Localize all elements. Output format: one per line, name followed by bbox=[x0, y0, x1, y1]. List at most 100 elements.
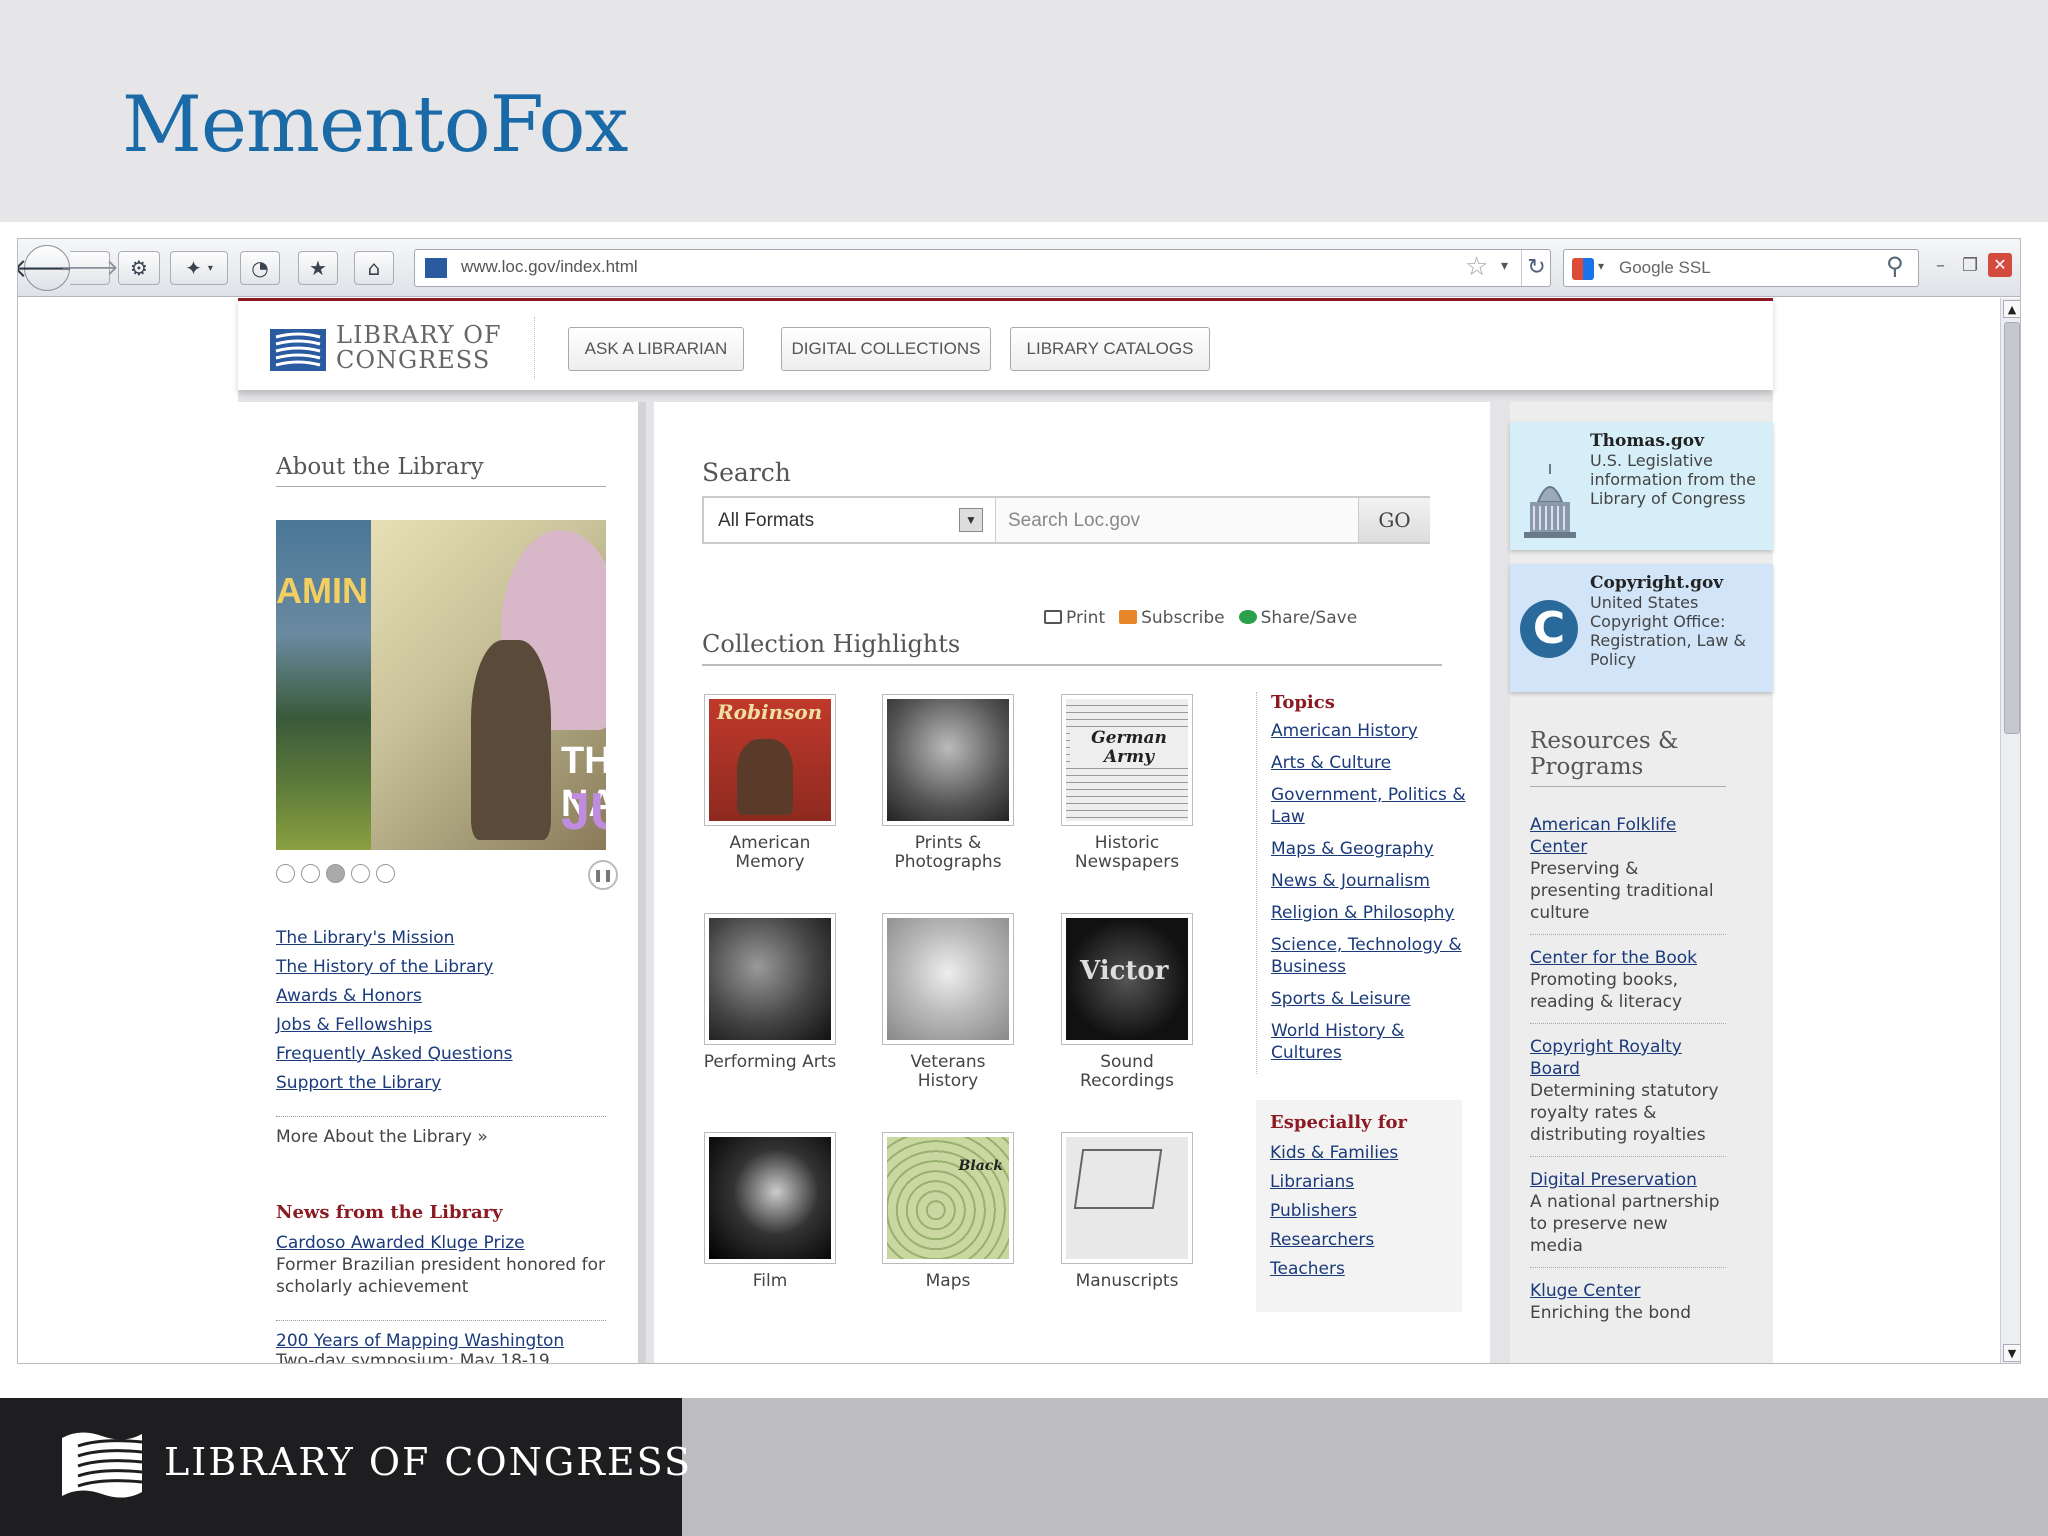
url-dropdown-icon[interactable]: ▾ bbox=[1501, 258, 1508, 274]
topic-link[interactable]: Government, Politics & Law bbox=[1271, 784, 1466, 828]
close-button[interactable]: ✕ bbox=[1988, 253, 2012, 277]
about-link[interactable]: Jobs & Fellowships bbox=[276, 1011, 513, 1040]
about-link[interactable]: Awards & Honors bbox=[276, 982, 513, 1011]
audience-link[interactable]: Librarians bbox=[1270, 1171, 1448, 1193]
feature-carousel-image[interactable]: AMIN THE NATI JUKEE bbox=[276, 520, 606, 850]
fox-icon: ✦ bbox=[185, 256, 202, 280]
home-icon: ⌂ bbox=[367, 256, 381, 280]
resource-link[interactable]: Kluge Center bbox=[1530, 1280, 1726, 1302]
carousel-dot[interactable] bbox=[351, 864, 370, 883]
audience-link[interactable]: Teachers bbox=[1270, 1258, 1448, 1280]
search-input[interactable]: Search Loc.gov bbox=[1008, 510, 1140, 532]
topic-link[interactable]: Science, Technology & Business bbox=[1271, 934, 1466, 978]
forward-button[interactable]: 🡒 bbox=[60, 251, 119, 285]
scroll-thumb[interactable] bbox=[2004, 322, 2020, 734]
reload-icon[interactable]: ↻ bbox=[1521, 250, 1551, 286]
topic-link[interactable]: American History bbox=[1271, 720, 1466, 742]
about-link[interactable]: The History of the Library bbox=[276, 953, 513, 982]
search-engine-bar[interactable]: ▾ Google SSL ⚲ bbox=[1563, 249, 1919, 287]
topic-link[interactable]: Arts & Culture bbox=[1271, 752, 1466, 774]
collection-tile[interactable]: Manuscripts bbox=[1059, 1132, 1195, 1291]
format-select[interactable]: All Formats ▼ bbox=[704, 498, 996, 542]
feature-text-1: AMIN bbox=[276, 570, 368, 611]
scroll-down-icon[interactable]: ▼ bbox=[2003, 1344, 2020, 1362]
search-heading: Search bbox=[702, 458, 791, 487]
carousel-dot[interactable] bbox=[301, 864, 320, 883]
collection-tile[interactable]: Victor Sound Recordings bbox=[1059, 913, 1195, 1091]
resource-desc: Enriching the bond bbox=[1530, 1303, 1692, 1323]
home-button[interactable]: ⌂ bbox=[354, 251, 394, 285]
news-title-link[interactable]: Cardoso Awarded Kluge Prize bbox=[276, 1232, 606, 1254]
topic-link[interactable]: Sports & Leisure bbox=[1271, 988, 1466, 1010]
share-link[interactable]: Share/Save bbox=[1238, 608, 1357, 628]
url-bar[interactable]: www.loc.gov/index.html ☆ ▾ ↻ bbox=[414, 249, 1551, 287]
scroll-up-icon[interactable]: ▲ bbox=[2003, 300, 2020, 318]
tile-label: Film bbox=[752, 1271, 788, 1291]
carousel-dot-active[interactable] bbox=[326, 864, 345, 883]
print-link[interactable]: Print bbox=[1044, 608, 1105, 628]
news-desc: Two-day symposium: May 18-19 bbox=[276, 1351, 550, 1364]
collection-tile[interactable]: Veterans History bbox=[880, 913, 1016, 1091]
carousel-dot[interactable] bbox=[376, 864, 395, 883]
topic-link[interactable]: News & Journalism bbox=[1271, 870, 1466, 892]
topic-link[interactable]: Maps & Geography bbox=[1271, 838, 1466, 860]
gear-icon: ⚙ bbox=[130, 256, 148, 280]
star-icon[interactable]: ☆ bbox=[1465, 252, 1488, 282]
slide-footer-band bbox=[682, 1398, 2048, 1536]
slide-footer-text: LIBRARY OF CONGRESS bbox=[164, 1440, 693, 1484]
more-about-link[interactable]: More About the Library » bbox=[276, 1116, 606, 1147]
loc-header: LIBRARY OF CONGRESS ASK A LIBRARIAN DIGI… bbox=[238, 298, 1773, 390]
about-link[interactable]: Frequently Asked Questions bbox=[276, 1040, 513, 1069]
rss-button[interactable]: ◔ bbox=[240, 251, 280, 285]
resource-link[interactable]: American Folklife Center bbox=[1530, 814, 1726, 858]
vertical-scrollbar[interactable]: ▲ ▼ bbox=[2000, 298, 2020, 1363]
collection-tile[interactable]: Film bbox=[702, 1132, 838, 1291]
audience-link[interactable]: Researchers bbox=[1270, 1229, 1448, 1251]
audience-link[interactable]: Kids & Families bbox=[1270, 1142, 1448, 1164]
rss-icon: ◔ bbox=[251, 256, 269, 280]
especially-for-box: Especially for Kids & Families Librarian… bbox=[1256, 1100, 1462, 1312]
collection-tile[interactable]: Performing Arts bbox=[702, 913, 838, 1072]
bookmark-star-icon: ★ bbox=[309, 256, 327, 280]
subscribe-label: Subscribe bbox=[1141, 608, 1225, 628]
chevron-down-icon[interactable]: ▼ bbox=[959, 508, 983, 532]
bookmarks-button[interactable]: ★ bbox=[298, 251, 338, 285]
restore-button[interactable]: ❐ bbox=[1962, 255, 1978, 276]
resource-link[interactable]: Digital Preservation bbox=[1530, 1169, 1726, 1191]
digital-collections-button[interactable]: DIGITAL COLLECTIONS bbox=[781, 327, 991, 371]
carousel-dot[interactable] bbox=[276, 864, 295, 883]
resource-desc: Determining statutory royalty rates & di… bbox=[1530, 1081, 1719, 1145]
sound-recordings-image: Victor bbox=[1061, 913, 1193, 1045]
news-desc: Former Brazilian president honored for s… bbox=[276, 1255, 605, 1297]
topic-link[interactable]: Religion & Philosophy bbox=[1271, 902, 1466, 924]
tile-label: Historic Newspapers bbox=[1074, 833, 1180, 872]
go-button[interactable]: GO bbox=[1358, 498, 1430, 542]
collection-tile[interactable]: Prints & Photographs bbox=[880, 694, 1016, 872]
topic-link[interactable]: World History & Cultures bbox=[1271, 1020, 1466, 1064]
news-title-link[interactable]: 200 Years of Mapping Washington bbox=[276, 1331, 606, 1351]
engine-dropdown-icon[interactable]: ▾ bbox=[1598, 259, 1604, 273]
library-catalogs-button[interactable]: LIBRARY CATALOGS bbox=[1010, 327, 1210, 371]
minimize-button[interactable]: – bbox=[1936, 255, 1945, 276]
subscribe-link[interactable]: Subscribe bbox=[1119, 608, 1225, 628]
ask-librarian-button[interactable]: ASK A LIBRARIAN bbox=[568, 327, 744, 371]
collection-tile[interactable]: Black Maps bbox=[880, 1132, 1016, 1291]
resource-link[interactable]: Center for the Book bbox=[1530, 947, 1726, 969]
collection-tile[interactable]: German Army Historic Newspapers bbox=[1059, 694, 1195, 872]
thomas-promo[interactable]: Thomas.gov U.S. Legislative information … bbox=[1510, 422, 1773, 550]
search-icon[interactable]: ⚲ bbox=[1886, 252, 1904, 280]
resource-link[interactable]: Copyright Royalty Board bbox=[1530, 1036, 1726, 1080]
tile-label: Veterans History bbox=[910, 1052, 986, 1091]
loc-flag-logo-icon[interactable] bbox=[270, 325, 326, 371]
about-link[interactable]: Support the Library bbox=[276, 1069, 513, 1098]
collection-tile[interactable]: Robinson American Memory bbox=[702, 694, 838, 872]
about-link[interactable]: The Library's Mission bbox=[276, 924, 513, 953]
fox-menu-button[interactable]: ✦ ▾ bbox=[170, 251, 228, 285]
news-heading: News from the Library bbox=[276, 1202, 503, 1223]
pause-icon[interactable]: ❚❚ bbox=[588, 860, 618, 890]
copyright-promo[interactable]: C Copyright.gov United States Copyright … bbox=[1510, 564, 1773, 692]
memento-button[interactable]: ⚙ bbox=[118, 251, 160, 285]
loc-logo-text[interactable]: LIBRARY OF CONGRESS bbox=[336, 323, 502, 373]
audience-link[interactable]: Publishers bbox=[1270, 1200, 1448, 1222]
resource-desc: Preserving & presenting traditional cult… bbox=[1530, 859, 1714, 923]
